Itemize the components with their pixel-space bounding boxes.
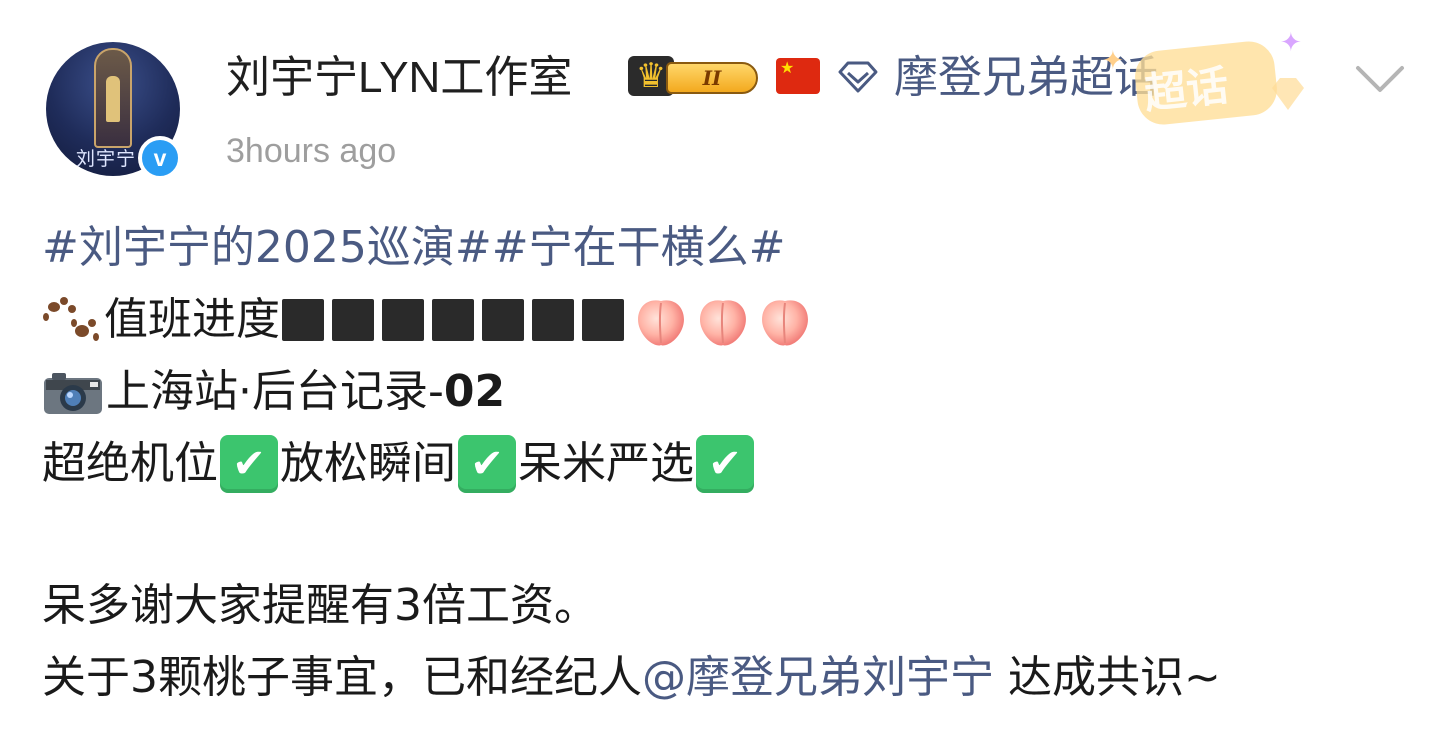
sticker-text: 超话 (1141, 60, 1231, 119)
china-flag-icon: ★ (776, 58, 820, 94)
username[interactable]: 刘宇宁LYN工作室 (226, 48, 572, 108)
progress-blocks (282, 299, 632, 341)
level-badge: II (666, 62, 758, 94)
record-label: 上海站·后台记录- (106, 366, 444, 417)
highlights-line: 超绝机位 ✔ 放松瞬间 ✔ 呆米严选 ✔ (42, 428, 1422, 500)
highlight-item: 呆米严选 (518, 438, 694, 489)
progress-block (282, 299, 324, 341)
check-mark-icon: ✔ (696, 435, 754, 493)
chevron-down-icon[interactable] (1350, 58, 1410, 98)
progress-block (332, 299, 374, 341)
mention-link[interactable]: @摩登兄弟刘宇宁 (642, 646, 994, 710)
peach-icon (762, 300, 808, 346)
consensus-prefix: 关于3颗桃子事宜，已和经纪人 (42, 652, 642, 703)
thanks-line: 呆多谢大家提醒有3倍工资。 (42, 570, 1422, 642)
post-body: #刘宇宁的2025巡演##宁在干横么# 值班进度 上海站·后台记录- 02 超绝… (42, 212, 1422, 714)
consensus-line: 关于3颗桃子事宜，已和经纪人 @摩登兄弟刘宇宁 达成共识~ (42, 642, 1422, 714)
thanks-text: 呆多谢大家提醒有3倍工资。 (42, 580, 598, 631)
progress-block (582, 299, 624, 341)
super-topic-sticker[interactable]: 超话 ✦ ✦ (1100, 28, 1320, 128)
record-line: 上海站·后台记录- 02 (42, 356, 1422, 428)
peaches (632, 291, 818, 349)
progress-block (432, 299, 474, 341)
diamond-icon (838, 61, 878, 93)
post-timestamp: 3hours ago (226, 132, 397, 170)
duty-label: 值班进度 (104, 294, 280, 345)
check-mark-icon: ✔ (458, 435, 516, 493)
peach-icon (700, 300, 746, 346)
avatar-figure-graphic (106, 76, 120, 122)
avatar-signature: 刘宇宁 (76, 148, 137, 170)
consensus-suffix: 达成共识~ (994, 652, 1221, 703)
verified-icon: v (138, 136, 182, 180)
progress-block (382, 299, 424, 341)
paws-icon (43, 297, 99, 341)
progress-block (482, 299, 524, 341)
hashtag-line: #刘宇宁的2025巡演##宁在干横么# (42, 212, 1422, 284)
highlight-item: 超绝机位 (42, 438, 218, 489)
hashtag-link[interactable]: #刘宇宁的2025巡演##宁在干横么# (42, 216, 785, 280)
sticker-diamond-shape (1272, 78, 1304, 110)
sparkle-icon: ✦ (1280, 28, 1302, 58)
check-mark-icon: ✔ (220, 435, 278, 493)
progress-block (532, 299, 574, 341)
sparkle-icon: ✦ (1102, 46, 1124, 76)
camera-icon (44, 373, 102, 414)
peach-icon (638, 300, 684, 346)
highlight-item: 放松瞬间 (280, 438, 456, 489)
member-level-badge[interactable]: ♛ II (626, 54, 766, 100)
duty-progress-line: 值班进度 (42, 284, 1422, 356)
record-number: 02 (443, 366, 506, 417)
